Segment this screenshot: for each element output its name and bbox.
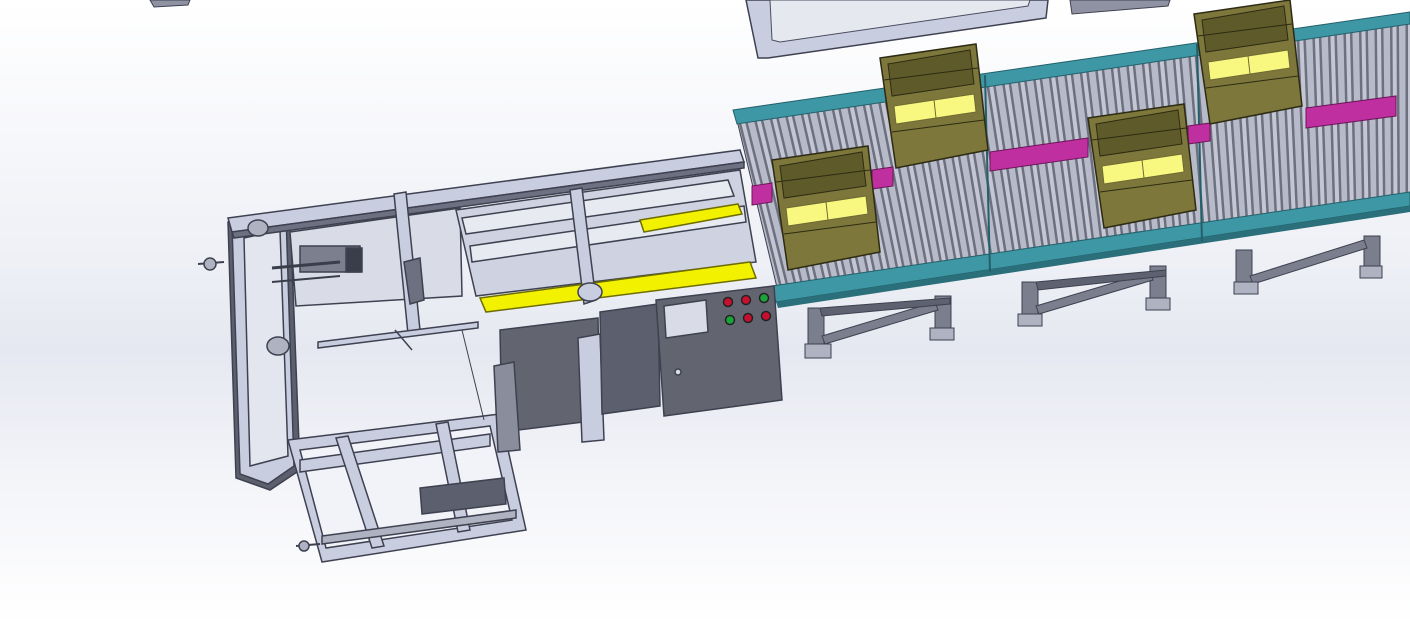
- control-button: [760, 310, 772, 322]
- control-button: [742, 312, 754, 324]
- control-button: [722, 296, 734, 308]
- carton-box: [879, 43, 989, 169]
- carton-box: [1193, 0, 1303, 125]
- top-frame-fragments: [149, 0, 1171, 59]
- cad-scene: [149, 0, 1410, 563]
- control-button: [740, 294, 752, 306]
- carton-box: [1087, 103, 1197, 229]
- control-button: [758, 292, 770, 304]
- machine-side-panels: [493, 303, 661, 453]
- control-button: [724, 314, 736, 326]
- carton-feeder-frame: [287, 329, 527, 563]
- carton-box: [771, 145, 881, 271]
- control-cabinet: [655, 285, 783, 417]
- cad-viewport: [0, 0, 1410, 624]
